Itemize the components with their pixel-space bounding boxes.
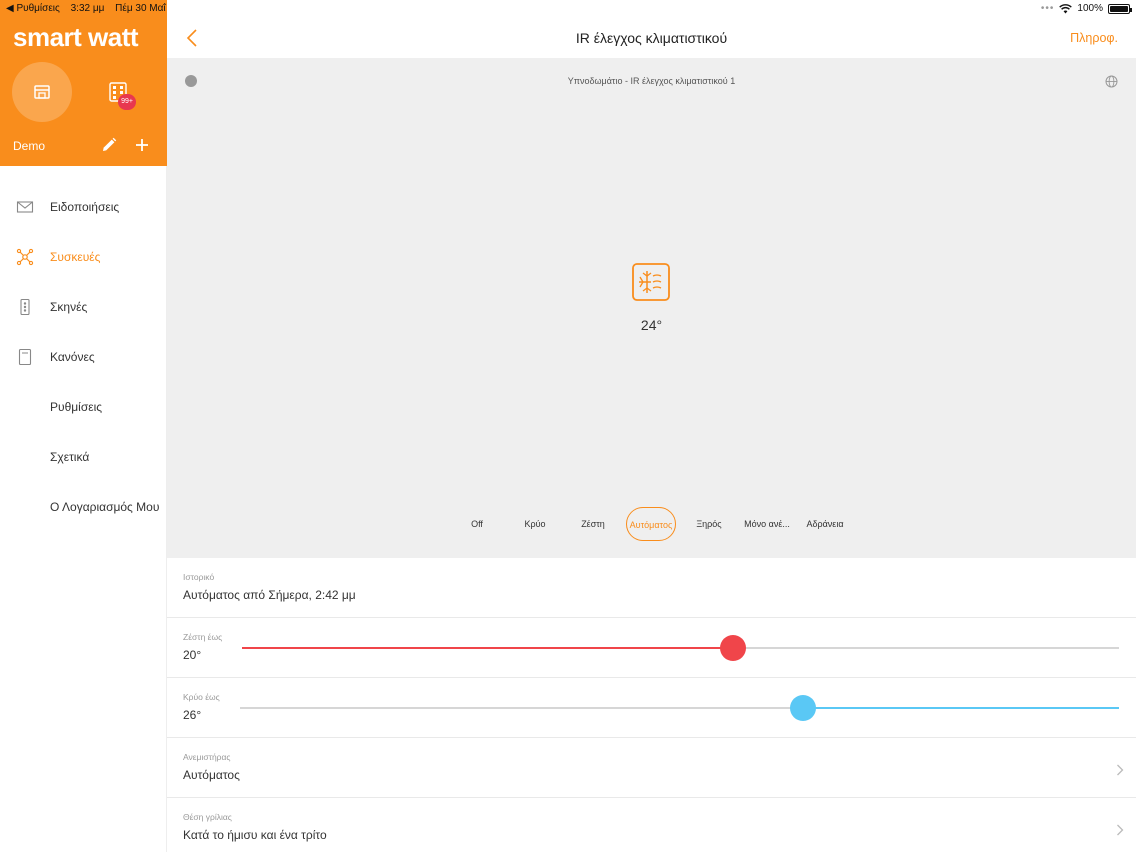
info-button[interactable]: Πληροφ. [1070,31,1118,45]
cool-value: 26° [183,708,202,722]
plus-icon[interactable] [133,136,151,154]
back-to-app-link[interactable]: ◀ Ρυθμίσεις [6,3,60,14]
house-icon [34,85,50,99]
sidebar-item-notifications[interactable]: Ειδοποιήσεις [0,182,167,232]
sidebar-item-devices[interactable]: Συσκευές [0,232,167,282]
sidebar-item-label: Ο Λογαριασμός Μου [50,500,160,514]
vane-caption: Θέση γρίλιας [183,812,232,822]
fan-row[interactable]: Ανεμιστήρας Αυτόματος [167,738,1136,798]
sidebar-item-settings[interactable]: Ρυθμίσεις [0,382,167,432]
fan-caption: Ανεμιστήρας [183,752,231,762]
sidebar-nav: Ειδοποιήσεις Συσκευές Σκηνές Κανόνες Ρυθ… [0,182,167,532]
heat-slider-fill [242,647,734,649]
home-button[interactable] [12,62,72,122]
mode-cool[interactable]: Κρύο [515,507,555,541]
mode-idle[interactable]: Αδράνεια [801,507,849,541]
wifi-icon [1059,3,1073,13]
heat-setpoint-row: Ζέστη έως 20° [167,618,1136,678]
mode-dry[interactable]: Ξηρός [689,507,729,541]
cool-setpoint-row: Κρύο έως 26° [167,678,1136,738]
globe-icon[interactable] [1105,75,1118,88]
history-caption: Ιστορικό [183,572,215,582]
heat-caption: Ζέστη έως [183,632,223,642]
cool-slider-handle[interactable] [789,695,816,721]
notification-badge: 99+ [118,94,136,110]
battery-icon [1108,3,1132,14]
sidebar-item-label: Κανόνες [50,350,95,364]
cool-caption: Κρύο έως [183,692,220,702]
chevron-right-icon [1117,764,1124,776]
cool-slider-fill [802,707,1119,709]
heat-value: 20° [183,648,202,662]
sidebar-item-label: Ρυθμίσεις [50,400,103,414]
vane-value: Κατά το ήμισυ και ένα τρίτο [183,828,327,842]
mode-heat[interactable]: Ζέστη [573,507,613,541]
app-logo: smart watt [13,22,139,52]
sidebar-item-rules[interactable]: Κανόνες [0,332,167,382]
sidebar-item-about[interactable]: Σχετικά [0,432,167,482]
history-row: Ιστορικό Αυτόματος από Σήμερα, 2:42 μμ [167,558,1136,618]
sidebar-item-label: Σκηνές [50,300,88,314]
status-left: ◀ Ρυθμίσεις 3:32 μμ Πέμ 30 Μαΐ [6,3,174,14]
history-value: Αυτόματος από Σήμερα, 2:42 μμ [183,588,356,602]
chevron-right-icon [1117,824,1124,836]
mode-off[interactable]: Off [457,507,497,541]
status-date: Πέμ 30 Μαΐ [115,3,166,14]
device-subtitle: Υπνοδωμάτιο - IR έλεγχος κλιματιστικού 1 [567,76,736,86]
target-temperature: 24° [640,317,663,333]
sidebar-header: smart watt 99+ Demo [0,0,167,166]
rules-icon [18,348,32,366]
mode-fan-only[interactable]: Μόνο ανέ... [739,507,795,541]
home-name: Demo [13,139,46,153]
sidebar-item-label: Συσκευές [50,250,101,264]
auto-mode-icon [632,263,670,301]
mode-selector: Off Κρύο Ζέστη Αυτόματος Ξηρός Μόνο ανέ.… [167,507,1136,541]
navigation-bar: IR έλεγχος κλιματιστικού Πληροφ. [167,18,1136,58]
ac-control-panel: Υπνοδωμάτιο - IR έλεγχος κλιματιστικού 1… [167,58,1136,558]
battery-percent: 100% [1077,3,1103,14]
sidebar-item-account[interactable]: Ο Λογαριασμός Μου [0,482,167,532]
dots-icon: ••• [1040,3,1055,14]
pencil-icon[interactable] [100,136,118,154]
vane-position-row[interactable]: Θέση γρίλιας Κατά το ήμισυ και ένα τρίτο [167,798,1136,852]
status-time: 3:32 μμ [70,3,105,14]
sidebar-item-label: Ειδοποιήσεις [50,200,120,214]
sidebar: smart watt 99+ Demo Ειδοποιήσεις Συσκευέ… [0,0,167,852]
heat-slider-handle[interactable] [720,635,747,661]
page-title: IR έλεγχος κλιματιστικού [575,30,728,46]
sidebar-item-label: Σχετικά [50,450,90,464]
status-bar: ◀ Ρυθμίσεις 3:32 μμ Πέμ 30 Μαΐ ••• 100% [0,0,1136,18]
mail-icon [16,201,34,213]
devices-icon [16,248,34,266]
status-right: ••• 100% [1040,3,1132,14]
mode-auto[interactable]: Αυτόματος [626,507,676,541]
sidebar-item-scenes[interactable]: Σκηνές [0,282,167,332]
fan-value: Αυτόματος [183,768,240,782]
scenes-icon [20,298,30,316]
